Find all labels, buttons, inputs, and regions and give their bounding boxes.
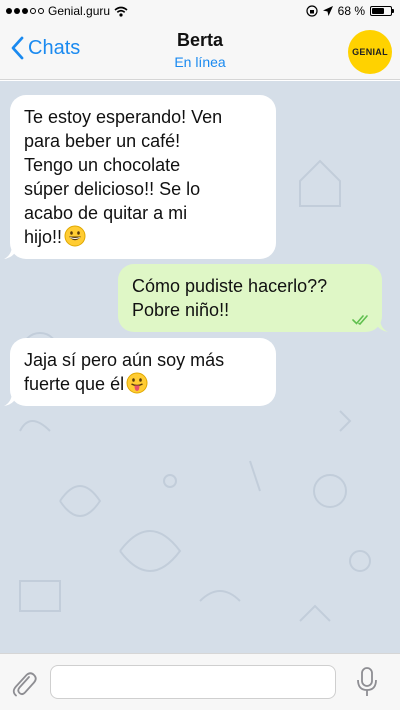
tongue-out-face-emoji-icon bbox=[126, 372, 148, 394]
message-text-line: Te estoy esperando! Ven bbox=[24, 107, 223, 127]
battery-level-fill bbox=[372, 8, 385, 14]
message-text-line: hijo!! bbox=[24, 227, 63, 247]
status-bar: Genial.guru 68 % bbox=[0, 0, 400, 22]
signal-strength-icon bbox=[6, 8, 44, 14]
message-text-line: Tengo un chocolate bbox=[24, 155, 181, 175]
microphone-icon[interactable] bbox=[356, 666, 378, 698]
message-text-line: Cómo pudiste hacerlo?? bbox=[132, 276, 328, 296]
location-arrow-icon bbox=[322, 6, 333, 16]
message-last-line: hijo!! bbox=[24, 225, 262, 249]
message-text-line: acabo de quitar a mi bbox=[24, 203, 188, 223]
bubble-tail bbox=[4, 392, 18, 406]
grinning-face-emoji-icon bbox=[64, 225, 86, 247]
contact-status: En línea bbox=[174, 54, 226, 70]
chat-header: Chats Berta En línea GENIAL bbox=[0, 22, 400, 80]
incoming-message[interactable]: Jaja sí pero aún soy más fuerte que él bbox=[4, 338, 276, 406]
avatar-text: GENIAL bbox=[352, 47, 388, 57]
read-double-check-icon bbox=[352, 315, 368, 325]
battery-percentage: 68 % bbox=[337, 4, 365, 18]
avatar[interactable]: GENIAL bbox=[348, 30, 392, 74]
incoming-message[interactable]: Te estoy esperando! Ven para beber un ca… bbox=[4, 95, 276, 259]
message-text-line: Jaja sí pero aún soy más bbox=[24, 350, 225, 370]
wifi-icon bbox=[114, 6, 128, 17]
message-last-line: fuerte que él bbox=[24, 372, 262, 396]
battery-icon bbox=[370, 6, 394, 16]
message-text-line: súper delicioso!! Se lo bbox=[24, 179, 201, 199]
bubble-tail bbox=[4, 245, 18, 259]
carrier-name: Genial.guru bbox=[48, 4, 111, 18]
bubble-tail bbox=[374, 318, 388, 332]
contact-name[interactable]: Berta bbox=[0, 30, 400, 51]
outgoing-message[interactable]: Cómo pudiste hacerlo?? Pobre niño!! bbox=[118, 264, 388, 332]
message-text-line: fuerte que él bbox=[24, 374, 125, 394]
paperclip-icon[interactable] bbox=[10, 668, 38, 698]
message-composer bbox=[0, 653, 400, 710]
message-text-line: Pobre niño!! bbox=[132, 300, 230, 320]
message-input[interactable] bbox=[50, 665, 336, 699]
message-text-line: para beber un café! bbox=[24, 131, 181, 151]
orientation-lock-icon bbox=[306, 5, 318, 17]
chat-area[interactable]: Te estoy esperando! Ven para beber un ca… bbox=[0, 81, 400, 653]
